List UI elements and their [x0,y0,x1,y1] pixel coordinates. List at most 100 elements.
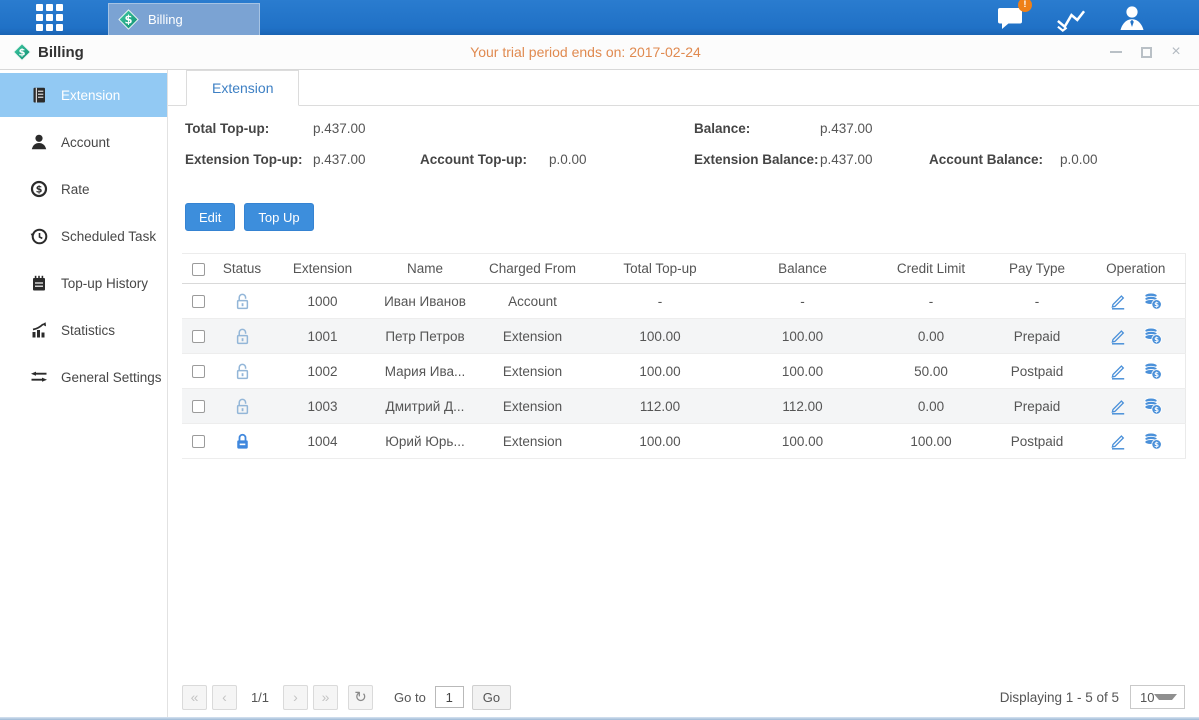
notification-badge: ! [1018,0,1032,12]
cell-credit-limit: 100.00 [875,424,987,459]
topup-coins-icon[interactable] [1143,292,1163,310]
apps-grid-icon[interactable] [36,4,63,31]
maximize-button[interactable] [1135,41,1157,63]
extension-balance-label: Extension Balance: [694,152,819,167]
edit-icon[interactable] [1109,292,1127,310]
sidebar-item-topup-history[interactable]: Top-up History [0,261,167,305]
account-topup-value: p.0.00 [549,152,587,167]
notebook-icon [30,274,48,292]
window-title-text: Billing [38,44,84,61]
status-lock-icon [235,328,250,343]
table-header-row: Status Extension Name Charged From Total… [182,254,1185,284]
next-page-button[interactable]: › [283,685,308,710]
close-button[interactable]: × [1165,41,1187,63]
cell-charged-from: Extension [475,424,590,459]
sidebar-item-rate[interactable]: $ Rate [0,167,167,211]
sidebar-item-label: General Settings [61,370,162,385]
account-balance-value: p.0.00 [1060,152,1098,167]
sidebar-item-general-settings[interactable]: General Settings [0,355,167,399]
row-checkbox[interactable] [192,365,205,378]
cell-balance: - [730,284,875,319]
sidebar-item-label: Rate [61,182,90,197]
cell-balance: 100.00 [730,354,875,389]
page-size-value: 10 [1131,690,1154,705]
prev-page-button[interactable]: ‹ [212,685,237,710]
topup-coins-icon[interactable] [1143,397,1163,415]
total-topup-value: p.437.00 [313,121,366,136]
edit-icon[interactable] [1109,327,1127,345]
row-checkbox[interactable] [192,435,205,448]
tab-extension[interactable]: Extension [186,70,299,106]
refresh-button[interactable]: ↻ [348,685,373,710]
cell-credit-limit: - [875,284,987,319]
edit-button[interactable]: Edit [185,203,235,231]
pagination-bar: « ‹ 1/1 › » ↻ Go to Go Displaying 1 - 5 … [182,684,1185,710]
page-size-select[interactable]: 10 [1130,685,1185,709]
messages-icon[interactable]: ! [994,3,1025,33]
page-indicator: 1/1 [242,690,278,705]
sidebar-item-account[interactable]: Account [0,120,167,164]
topup-coins-icon[interactable] [1143,327,1163,345]
table-row: 1003 Дмитрий Д... Extension 112.00 112.0… [182,389,1185,424]
cell-name: Юрий Юрь... [375,424,475,459]
go-button[interactable]: Go [472,685,511,710]
cell-pay-type: Prepaid [987,319,1087,354]
edit-icon[interactable] [1109,362,1127,380]
edit-icon[interactable] [1109,397,1127,415]
sidebar-item-label: Statistics [61,323,115,338]
first-page-button[interactable]: « [182,685,207,710]
goto-page-input[interactable] [435,686,464,708]
sidebar-item-scheduled-task[interactable]: Scheduled Task [0,214,167,258]
cell-extension: 1002 [270,354,375,389]
cell-pay-type: Postpaid [987,354,1087,389]
dollar-circle-icon: $ [30,180,48,198]
monitor-chart-icon[interactable] [1055,3,1086,33]
row-checkbox[interactable] [192,330,205,343]
header-balance: Balance [730,254,875,284]
table-row: 1004 Юрий Юрь... Extension 100.00 100.00… [182,424,1185,459]
taskbar-billing-tab[interactable]: Billing [108,3,260,35]
topup-coins-icon[interactable] [1143,432,1163,450]
taskbar-tab-label: Billing [148,12,183,27]
last-page-button[interactable]: » [313,685,338,710]
status-lock-icon [235,363,250,378]
edit-icon[interactable] [1109,432,1127,450]
extension-topup-value: p.437.00 [313,152,366,167]
cell-name: Дмитрий Д... [375,389,475,424]
window-titlebar: Billing Your trial period ends on: 2017-… [0,35,1199,70]
cell-balance: 112.00 [730,389,875,424]
billing-app-window: Billing ! [0,0,1199,720]
header-name: Name [375,254,475,284]
cell-credit-limit: 0.00 [875,389,987,424]
topup-coins-icon[interactable] [1143,362,1163,380]
cell-pay-type: Postpaid [987,424,1087,459]
window-title: Billing [13,43,84,61]
sidebar-item-label: Scheduled Task [61,229,156,244]
header-credit-limit: Credit Limit [875,254,987,284]
taskbar-tray: ! [994,3,1147,33]
window-body: Extension Account $ Rate [0,70,1199,717]
ledger-icon [30,86,48,104]
clock-history-icon [30,227,48,245]
status-lock-icon [235,398,250,413]
topup-button[interactable]: Top Up [244,203,313,231]
select-all-checkbox[interactable] [192,263,205,276]
billing-summary: Total Top-up: p.437.00 Balance: p.437.00… [168,119,1199,183]
user-account-icon[interactable] [1116,3,1147,33]
row-checkbox[interactable] [192,400,205,413]
person-icon [1117,3,1147,32]
svg-text:$: $ [36,185,43,196]
minimize-button[interactable] [1105,41,1127,63]
cell-charged-from: Account [475,284,590,319]
extension-balance-value: p.437.00 [820,152,873,167]
trial-notice: Your trial period ends on: 2017-02-24 [0,44,1171,60]
row-checkbox[interactable] [192,295,205,308]
cell-credit-limit: 50.00 [875,354,987,389]
header-extension: Extension [270,254,375,284]
cell-name: Иван Иванов [375,284,475,319]
sidebar-item-extension[interactable]: Extension [0,73,167,117]
sidebar-item-statistics[interactable]: Statistics [0,308,167,352]
cell-name: Мария Ива... [375,354,475,389]
cell-charged-from: Extension [475,389,590,424]
cell-extension: 1004 [270,424,375,459]
